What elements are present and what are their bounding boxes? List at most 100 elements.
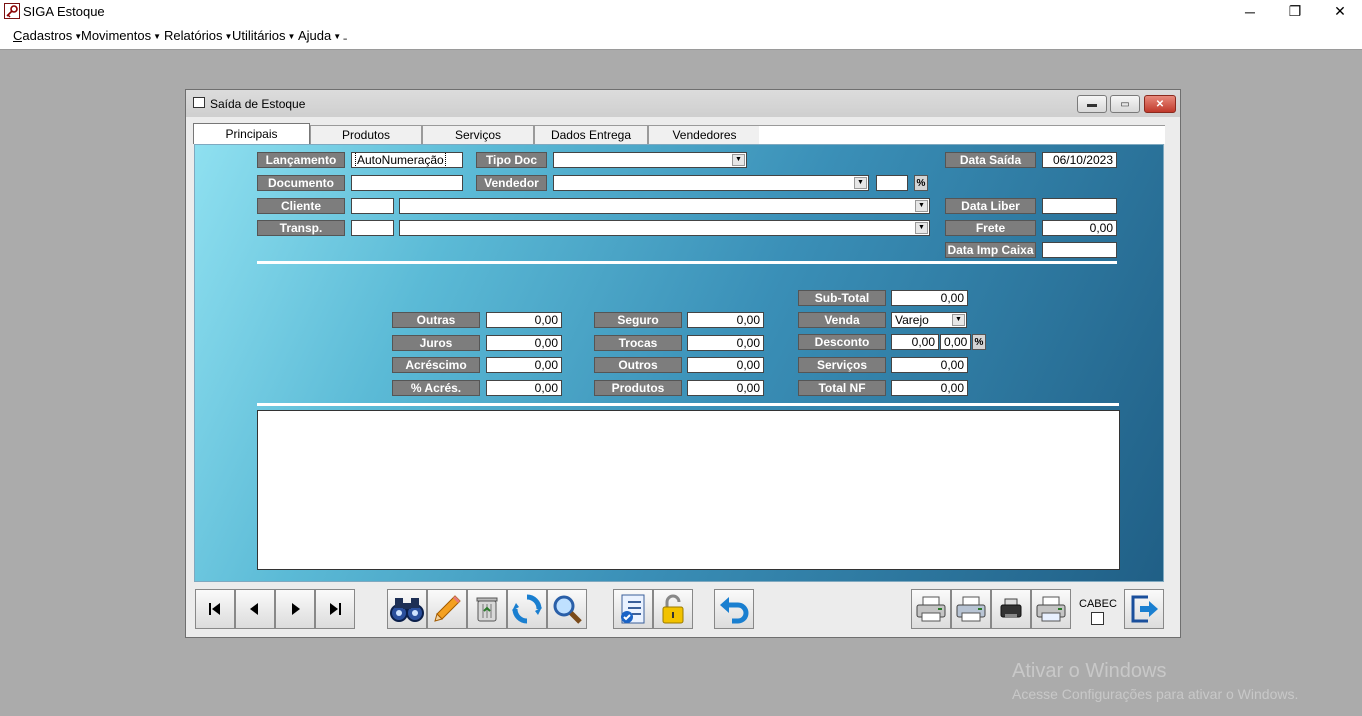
vendedor-pct-field[interactable]	[876, 175, 908, 191]
last-record-button[interactable]	[315, 589, 355, 629]
tipo-doc-select[interactable]: ▼	[553, 152, 747, 168]
close-button[interactable]: ✕	[1317, 0, 1362, 23]
cliente-select[interactable]: ▼	[399, 198, 930, 214]
sub-total-field[interactable]: 0,00	[891, 290, 968, 306]
acrescimo-field[interactable]: 0,00	[486, 357, 562, 373]
chevron-down-icon[interactable]: ▼	[952, 314, 965, 326]
app-key-icon	[4, 3, 20, 19]
print-button-1[interactable]	[911, 589, 951, 629]
delete-button[interactable]	[467, 589, 507, 629]
window-title: Saída de Estoque	[210, 97, 306, 111]
tab-label: Produtos	[341, 128, 391, 142]
cabec-checkbox[interactable]	[1091, 612, 1104, 625]
find-button[interactable]	[547, 589, 587, 629]
activation-watermark-text: Acesse Configurações para ativar o Windo…	[1012, 686, 1299, 702]
next-record-button[interactable]	[275, 589, 315, 629]
tab-label: Vendedores	[672, 128, 737, 142]
chevron-down-icon[interactable]: ▼	[915, 222, 928, 234]
pct-acres-field[interactable]: 0,00	[486, 380, 562, 396]
transp-label: Transp.	[257, 220, 345, 236]
menu-ajuda[interactable]: Ajuda ▼	[298, 28, 341, 43]
vendedor-select[interactable]: ▼	[553, 175, 869, 191]
tab-dados-entrega[interactable]: Dados Entrega	[534, 125, 648, 144]
desconto-pct-field[interactable]: 0,00	[940, 334, 971, 350]
venda-select[interactable]: Varejo ▼	[891, 312, 967, 328]
window-title-bar: Saída de Estoque ▬ ▭ ✕	[186, 90, 1180, 117]
produtos-label: Produtos	[594, 380, 682, 396]
transp-select[interactable]: ▼	[399, 220, 930, 236]
window-minimize-button[interactable]: ▬	[1077, 95, 1107, 113]
first-record-button[interactable]	[195, 589, 235, 629]
search-binoculars-button[interactable]	[387, 589, 427, 629]
checklist-button[interactable]	[613, 589, 653, 629]
trocas-field[interactable]: 0,00	[687, 335, 764, 351]
menu-label: Movimentos	[81, 28, 152, 43]
tab-vendedores[interactable]: Vendedores	[648, 125, 761, 144]
chevron-down-icon[interactable]: ▼	[915, 200, 928, 212]
pencil-icon	[434, 595, 461, 622]
notes-textarea[interactable]	[257, 410, 1120, 570]
data-saida-field[interactable]: 06/10/2023	[1042, 152, 1117, 168]
exit-button[interactable]	[1124, 589, 1164, 629]
documento-field[interactable]	[351, 175, 463, 191]
lock-button[interactable]	[653, 589, 693, 629]
window-restore-button[interactable]: ▭	[1110, 95, 1140, 113]
percent-button[interactable]: %	[972, 334, 986, 350]
menu-label: Ajuda	[298, 28, 332, 43]
previous-record-button[interactable]	[235, 589, 275, 629]
outros-field[interactable]: 0,00	[687, 357, 764, 373]
servicos-label: Serviços	[798, 357, 886, 373]
juros-field[interactable]: 0,00	[486, 335, 562, 351]
previous-icon	[250, 603, 258, 615]
minimize-icon: ▬	[1087, 98, 1097, 110]
tab-principais[interactable]: Principais	[193, 123, 310, 144]
restore-button[interactable]: ❐	[1272, 0, 1318, 23]
dropdown-arrow-icon: ▼	[333, 32, 342, 41]
menu-cadastros[interactable]: Cadastros ▼	[13, 28, 82, 43]
transp-code-field[interactable]	[351, 220, 394, 236]
menu-relatorios[interactable]: Relatórios ▼	[164, 28, 232, 43]
print-button-3[interactable]	[991, 589, 1031, 629]
print-button-4[interactable]	[1031, 589, 1071, 629]
frete-label: Frete	[945, 220, 1036, 236]
chevron-down-icon[interactable]: ▼	[732, 154, 745, 166]
tab-produtos[interactable]: Produtos	[310, 125, 422, 144]
tab-servicos[interactable]: Serviços	[422, 125, 534, 144]
desconto-field[interactable]: 0,00	[891, 334, 939, 350]
documento-label: Documento	[257, 175, 345, 191]
minimize-button[interactable]: ─	[1227, 0, 1273, 23]
chevron-down-icon[interactable]: ▼	[854, 177, 867, 189]
acrescimo-label: Acréscimo	[392, 357, 480, 373]
undo-button[interactable]	[714, 589, 754, 629]
tipo-doc-label: Tipo Doc	[476, 152, 547, 168]
lancamento-field[interactable]: AutoNumeração	[351, 152, 463, 168]
print-button-2[interactable]	[951, 589, 991, 629]
frete-field[interactable]: 0,00	[1042, 220, 1117, 236]
window-close-button[interactable]: ✕	[1144, 95, 1176, 113]
cliente-label: Cliente	[257, 198, 345, 214]
data-imp-caixa-field[interactable]	[1042, 242, 1117, 258]
servicos-field[interactable]: 0,00	[891, 357, 968, 373]
next-icon	[292, 603, 300, 615]
edit-button[interactable]	[427, 589, 467, 629]
menu-label: Utilitários	[232, 28, 286, 43]
window-form-icon	[193, 97, 205, 108]
refresh-button[interactable]	[507, 589, 547, 629]
cliente-code-field[interactable]	[351, 198, 394, 214]
total-nf-field[interactable]: 0,00	[891, 380, 968, 396]
padlock-icon	[662, 594, 684, 624]
menu-utilitarios[interactable]: Utilitários ▼	[232, 28, 295, 43]
menu-movimentos[interactable]: Movimentos ▼	[81, 28, 161, 43]
outras-field[interactable]: 0,00	[486, 312, 562, 328]
data-liber-field[interactable]	[1042, 198, 1117, 214]
tab-strip: Principais Produtos Serviços Dados Entre…	[193, 123, 1165, 144]
data-liber-label: Data Liber	[945, 198, 1036, 214]
activation-watermark-title: Ativar o Windows	[1012, 660, 1167, 682]
percent-button[interactable]: %	[914, 175, 928, 191]
menu-bar: Cadastros ▼ Movimentos ▼ Relatórios ▼ Utili…	[0, 23, 1362, 50]
checklist-icon	[621, 594, 645, 624]
menu-overflow[interactable]: ˍ	[343, 26, 347, 41]
divider	[257, 261, 1117, 264]
produtos-field[interactable]: 0,00	[687, 380, 764, 396]
seguro-field[interactable]: 0,00	[687, 312, 764, 328]
